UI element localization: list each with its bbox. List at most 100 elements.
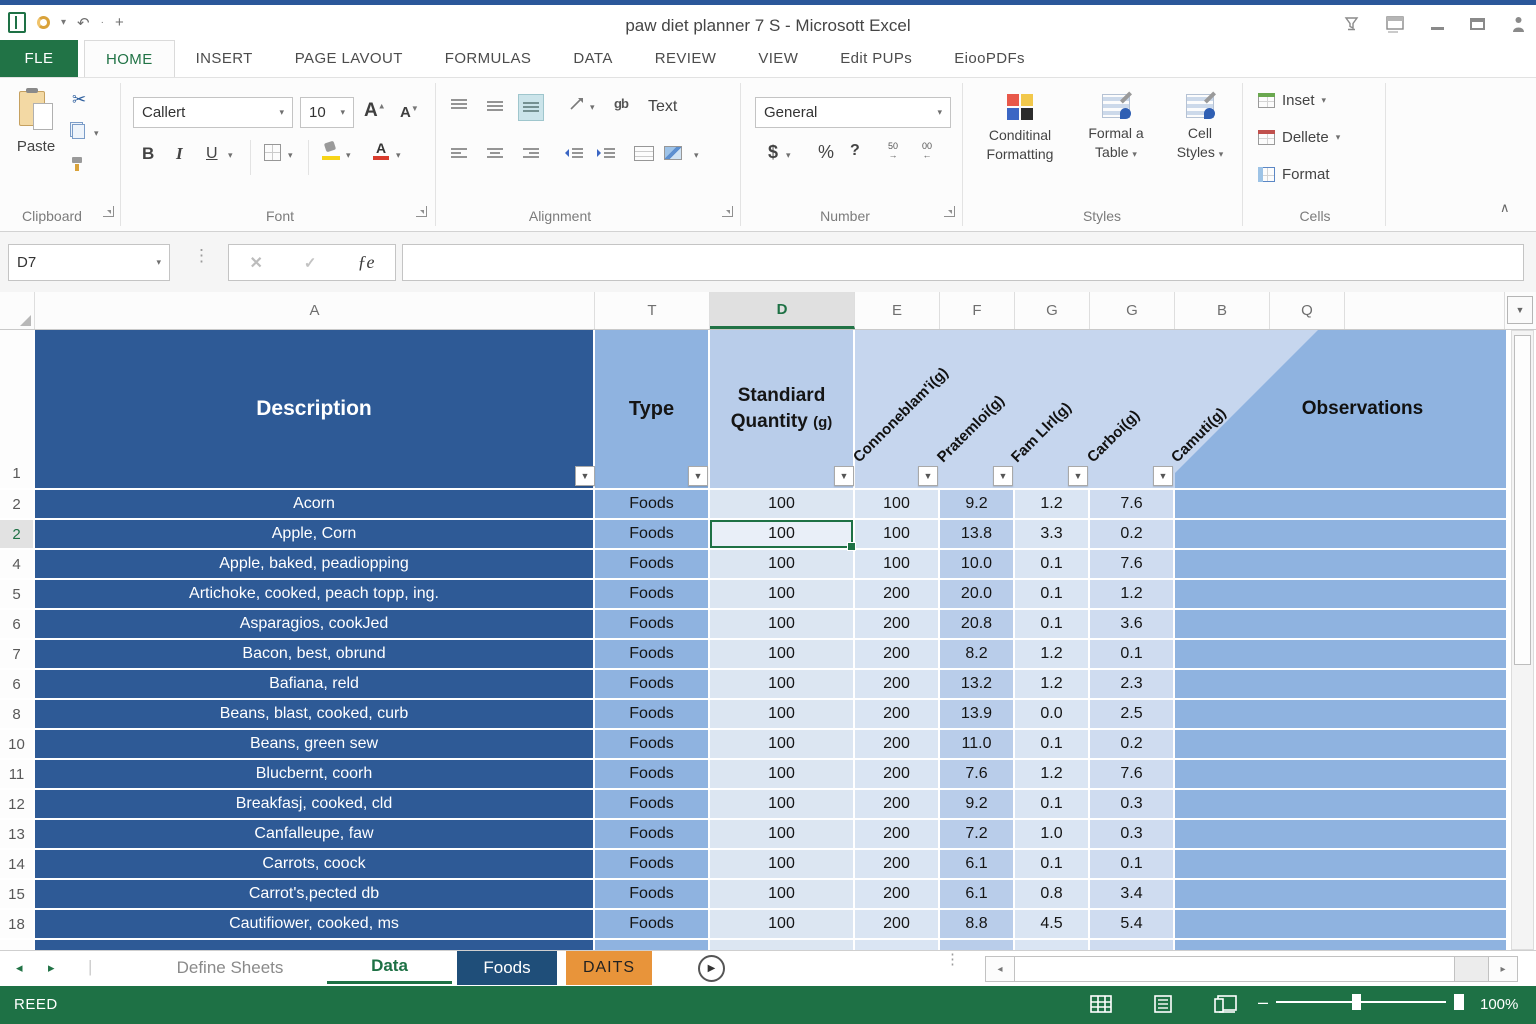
number-format-select[interactable]: General▾ (755, 97, 951, 128)
cell-observations[interactable] (1175, 580, 1506, 610)
font-size-select[interactable]: 10▾ (300, 97, 354, 128)
cell-type[interactable]: Foods (595, 910, 710, 940)
format-button[interactable]: Format (1258, 166, 1330, 183)
cell-observations[interactable] (1175, 880, 1506, 910)
cell-protein[interactable]: 6.1 (940, 850, 1015, 880)
scroll-left-icon[interactable]: ◂ (985, 956, 1015, 982)
cell-description[interactable]: Apple, Corn (35, 520, 595, 550)
cell-description[interactable]: Cautifiower, cooked, ms (35, 910, 595, 940)
top-align-icon[interactable] (450, 98, 468, 117)
cell-description[interactable]: Canfalleupe, faw (35, 820, 595, 850)
decrease-indent-icon[interactable] (564, 146, 584, 165)
cell-consumed[interactable]: 200 (855, 700, 940, 730)
cell-description[interactable]: Acorn (35, 490, 595, 520)
orientation-dropdown-icon[interactable]: ▾ (590, 102, 595, 113)
align-center-icon[interactable] (486, 146, 504, 165)
cell-description[interactable]: Asparagios, cookJed (35, 610, 595, 640)
cell-carb[interactable]: 0.2 (1090, 520, 1175, 550)
cell-type[interactable]: Foods (595, 520, 710, 550)
cell-consumed[interactable]: 200 (855, 790, 940, 820)
cell-observations[interactable] (1175, 640, 1506, 670)
bold-icon[interactable]: B (142, 144, 154, 164)
cell-standard-quantity[interactable]: 100 (710, 580, 855, 610)
zoom-in-icon[interactable] (1454, 994, 1464, 1010)
cell-carb[interactable]: 3.6 (1090, 610, 1175, 640)
cell-standard-quantity[interactable]: 100 (710, 490, 855, 520)
cell-observations[interactable] (1175, 670, 1506, 700)
font-dialog-launcher-icon[interactable] (416, 206, 427, 217)
cell-standard-quantity[interactable]: 100 (710, 880, 855, 910)
number-dialog-launcher-icon[interactable] (944, 206, 955, 217)
cell-observations[interactable] (1175, 610, 1506, 640)
cell-description[interactable]: Beans, green sew (35, 730, 595, 760)
cell-type[interactable]: Foods (595, 730, 710, 760)
filter-dropdown-icon[interactable]: ▼ (1068, 466, 1088, 486)
scroll-right-icon[interactable]: ▸ (1488, 956, 1518, 982)
cell-fat[interactable]: 1.2 (1015, 640, 1090, 670)
cell-observations[interactable] (1175, 730, 1506, 760)
cell-carb[interactable]: 2.3 (1090, 670, 1175, 700)
cell-observations[interactable] (1175, 790, 1506, 820)
cell-carb[interactable]: 0.1 (1090, 850, 1175, 880)
page-break-view-icon[interactable] (1214, 995, 1238, 1013)
cell-fat[interactable]: 0.0 (1015, 700, 1090, 730)
delete-button[interactable]: Dellete▾ (1258, 129, 1340, 146)
cell-description[interactable]: Bacon, best, obrund (35, 640, 595, 670)
cut-icon[interactable]: ✂ (72, 90, 86, 110)
middle-align-icon[interactable] (486, 98, 504, 117)
header-observations[interactable]: Observations (1175, 330, 1506, 490)
row-header[interactable]: 13 (0, 820, 35, 850)
filter-dropdown-icon[interactable]: ▼ (834, 466, 854, 486)
comma-style-icon[interactable]: ? (850, 142, 860, 160)
cell-fat[interactable]: 0.1 (1015, 790, 1090, 820)
account-person-icon[interactable] (1511, 16, 1526, 33)
cell-description[interactable]: Bafiana, reld (35, 670, 595, 700)
decrease-font-icon[interactable]: A▼ (400, 104, 419, 121)
cell-standard-quantity[interactable]: 100 (710, 670, 855, 700)
cell-carb[interactable]: 0.3 (1090, 790, 1175, 820)
underline-dropdown-icon[interactable]: ▾ (228, 150, 233, 161)
sheet-tab-data[interactable]: Data (327, 951, 452, 984)
ribbon-display-options-icon[interactable] (1386, 16, 1405, 33)
align-right-icon[interactable] (522, 146, 540, 165)
bottom-align-icon[interactable] (518, 94, 544, 121)
font-color-dropdown-icon[interactable]: ▾ (396, 150, 401, 161)
horizontal-scrollbar-track[interactable] (1455, 956, 1488, 982)
cell-observations[interactable] (1175, 910, 1506, 940)
cell-description[interactable]: Blucbernt, coorh (35, 760, 595, 790)
tab-home[interactable]: HOME (84, 40, 175, 77)
cell-consumed[interactable]: 200 (855, 640, 940, 670)
cell-consumed[interactable]: 200 (855, 760, 940, 790)
cancel-icon[interactable]: ✕ (250, 253, 263, 273)
row-header[interactable] (0, 940, 35, 950)
cell-standard-quantity[interactable]: 100 (710, 760, 855, 790)
row-header[interactable]: 18 (0, 910, 35, 940)
cell-carb[interactable]: 0.1 (1090, 640, 1175, 670)
cell-description[interactable]: Artichoke, cooked, peach topp, ing. (35, 580, 595, 610)
tab-formulas[interactable]: FORMULAS (424, 40, 553, 77)
cell-observations[interactable] (1175, 940, 1506, 950)
next-sheet-icon[interactable]: ▸ (48, 960, 55, 976)
cell-fat[interactable]: 1.2 (1015, 760, 1090, 790)
undo-icon[interactable]: ↶ (77, 14, 90, 32)
cell-description[interactable]: Carrot's,pected db (35, 880, 595, 910)
insert-function-icon[interactable]: ƒe (357, 252, 374, 273)
cell-styles-button[interactable]: CellStyles ▾ (1164, 94, 1236, 164)
cell-fat[interactable]: 3.3 (1015, 520, 1090, 550)
cell-carb[interactable]: 2.5 (1090, 700, 1175, 730)
cell-description[interactable]: Carrots, coock (35, 850, 595, 880)
wrap-text-label[interactable]: Text (648, 98, 677, 116)
cell-fat[interactable]: 0.1 (1015, 550, 1090, 580)
row-header[interactable]: 7 (0, 640, 35, 670)
merge-dropdown-icon[interactable]: ▾ (694, 150, 699, 161)
font-name-select[interactable]: Callert▾ (133, 97, 293, 128)
cell-standard-quantity[interactable]: 100 (710, 610, 855, 640)
normal-view-icon[interactable] (1090, 995, 1112, 1013)
cell-consumed[interactable]: 200 (855, 850, 940, 880)
clipboard-dialog-launcher-icon[interactable] (103, 206, 114, 217)
filter-dropdown-icon[interactable]: ▼ (575, 466, 595, 486)
merge-center-icon[interactable] (634, 146, 654, 161)
tab-insert[interactable]: INSERT (175, 40, 274, 77)
cell-observations[interactable] (1175, 520, 1506, 550)
enter-icon[interactable]: ✓ (304, 254, 317, 272)
